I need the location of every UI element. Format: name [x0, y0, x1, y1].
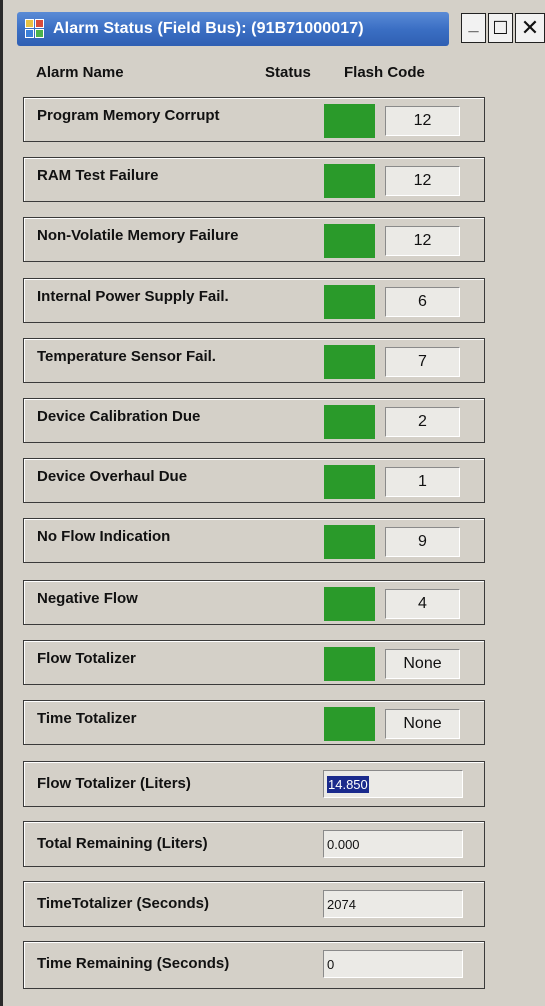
flash-code-field: 1 [385, 467, 460, 497]
value-label: TimeTotalizer (Seconds) [37, 895, 209, 912]
status-indicator [324, 707, 375, 741]
status-indicator [324, 647, 375, 681]
value-label: Flow Totalizer (Liters) [37, 775, 191, 792]
alarm-name-label: Temperature Sensor Fail. [37, 348, 216, 365]
alarm-name-label: Non-Volatile Memory Failure [37, 227, 239, 244]
value-text: 0 [327, 957, 335, 972]
flash-code-field: 9 [385, 527, 460, 557]
value-text: 2074 [327, 897, 356, 912]
title-bar[interactable]: Alarm Status (Field Bus): (91B71000017) [17, 12, 449, 46]
status-indicator [324, 285, 375, 319]
maximize-icon: ☐ [492, 17, 509, 38]
alarm-row: Device Overhaul Due 1 [23, 458, 485, 503]
status-indicator [324, 525, 375, 559]
column-header-alarm-name: Alarm Name [36, 64, 124, 81]
minimize-icon: _ [468, 13, 479, 34]
alarm-name-label: Device Overhaul Due [37, 468, 188, 485]
value-label: Total Remaining (Liters) [37, 835, 208, 852]
alarm-name-label: Program Memory Corrupt [37, 107, 220, 124]
column-header-flash-code: Flash Code [344, 64, 425, 81]
alarm-name-label: Internal Power Supply Fail. [37, 288, 229, 305]
window-title: Alarm Status (Field Bus): (91B71000017) [53, 20, 364, 37]
alarm-name-label: Device Calibration Due [37, 408, 201, 425]
value-field[interactable]: 0 [323, 950, 463, 978]
flash-code-field: 4 [385, 589, 460, 619]
alarm-row: Device Calibration Due 2 [23, 398, 485, 443]
status-indicator [324, 224, 375, 258]
value-field[interactable]: 0.000 [323, 830, 463, 858]
value-text: 14.850 [327, 776, 369, 793]
alarm-name-label: No Flow Indication [37, 528, 171, 545]
flash-code-field: 2 [385, 407, 460, 437]
value-row: Flow Totalizer (Liters) 14.850 [23, 761, 485, 807]
alarm-row: Program Memory Corrupt 12 [23, 97, 485, 142]
app-icon[interactable] [25, 19, 45, 39]
flash-code-field: 12 [385, 166, 460, 196]
alarm-name-label: RAM Test Failure [37, 167, 159, 184]
status-indicator [324, 405, 375, 439]
value-row: TimeTotalizer (Seconds) 2074 [23, 881, 485, 927]
alarm-row: Negative Flow 4 [23, 580, 485, 625]
alarm-row: Non-Volatile Memory Failure 12 [23, 217, 485, 262]
alarm-row: No Flow Indication 9 [23, 518, 485, 563]
value-text: 0.000 [327, 837, 360, 852]
status-indicator [324, 164, 375, 198]
status-indicator [324, 104, 375, 138]
status-indicator [324, 345, 375, 379]
flash-code-field: 12 [385, 226, 460, 256]
flash-code-field: None [385, 649, 460, 679]
flash-code-field: None [385, 709, 460, 739]
alarm-name-label: Time Totalizer [37, 710, 137, 727]
close-button[interactable]: ✕ [515, 13, 545, 43]
alarm-row: Time Totalizer None [23, 700, 485, 745]
flash-code-field: 6 [385, 287, 460, 317]
flash-code-field: 7 [385, 347, 460, 377]
value-row: Total Remaining (Liters) 0.000 [23, 821, 485, 867]
value-row: Time Remaining (Seconds) 0 [23, 941, 485, 989]
alarm-row: RAM Test Failure 12 [23, 157, 485, 202]
alarm-name-label: Negative Flow [37, 590, 138, 607]
alarm-row: Flow Totalizer None [23, 640, 485, 685]
value-field[interactable]: 2074 [323, 890, 463, 918]
alarm-row: Internal Power Supply Fail. 6 [23, 278, 485, 323]
alarm-name-label: Flow Totalizer [37, 650, 136, 667]
status-indicator [324, 587, 375, 621]
status-indicator [324, 465, 375, 499]
alarm-status-window: Alarm Status (Field Bus): (91B71000017) … [0, 0, 545, 1006]
alarm-row: Temperature Sensor Fail. 7 [23, 338, 485, 383]
value-field[interactable]: 14.850 [323, 770, 463, 798]
value-label: Time Remaining (Seconds) [37, 955, 230, 972]
column-header-status: Status [265, 64, 311, 81]
maximize-button[interactable]: ☐ [488, 13, 513, 43]
minimize-button[interactable]: _ [461, 13, 486, 43]
close-icon: ✕ [520, 15, 540, 40]
flash-code-field: 12 [385, 106, 460, 136]
